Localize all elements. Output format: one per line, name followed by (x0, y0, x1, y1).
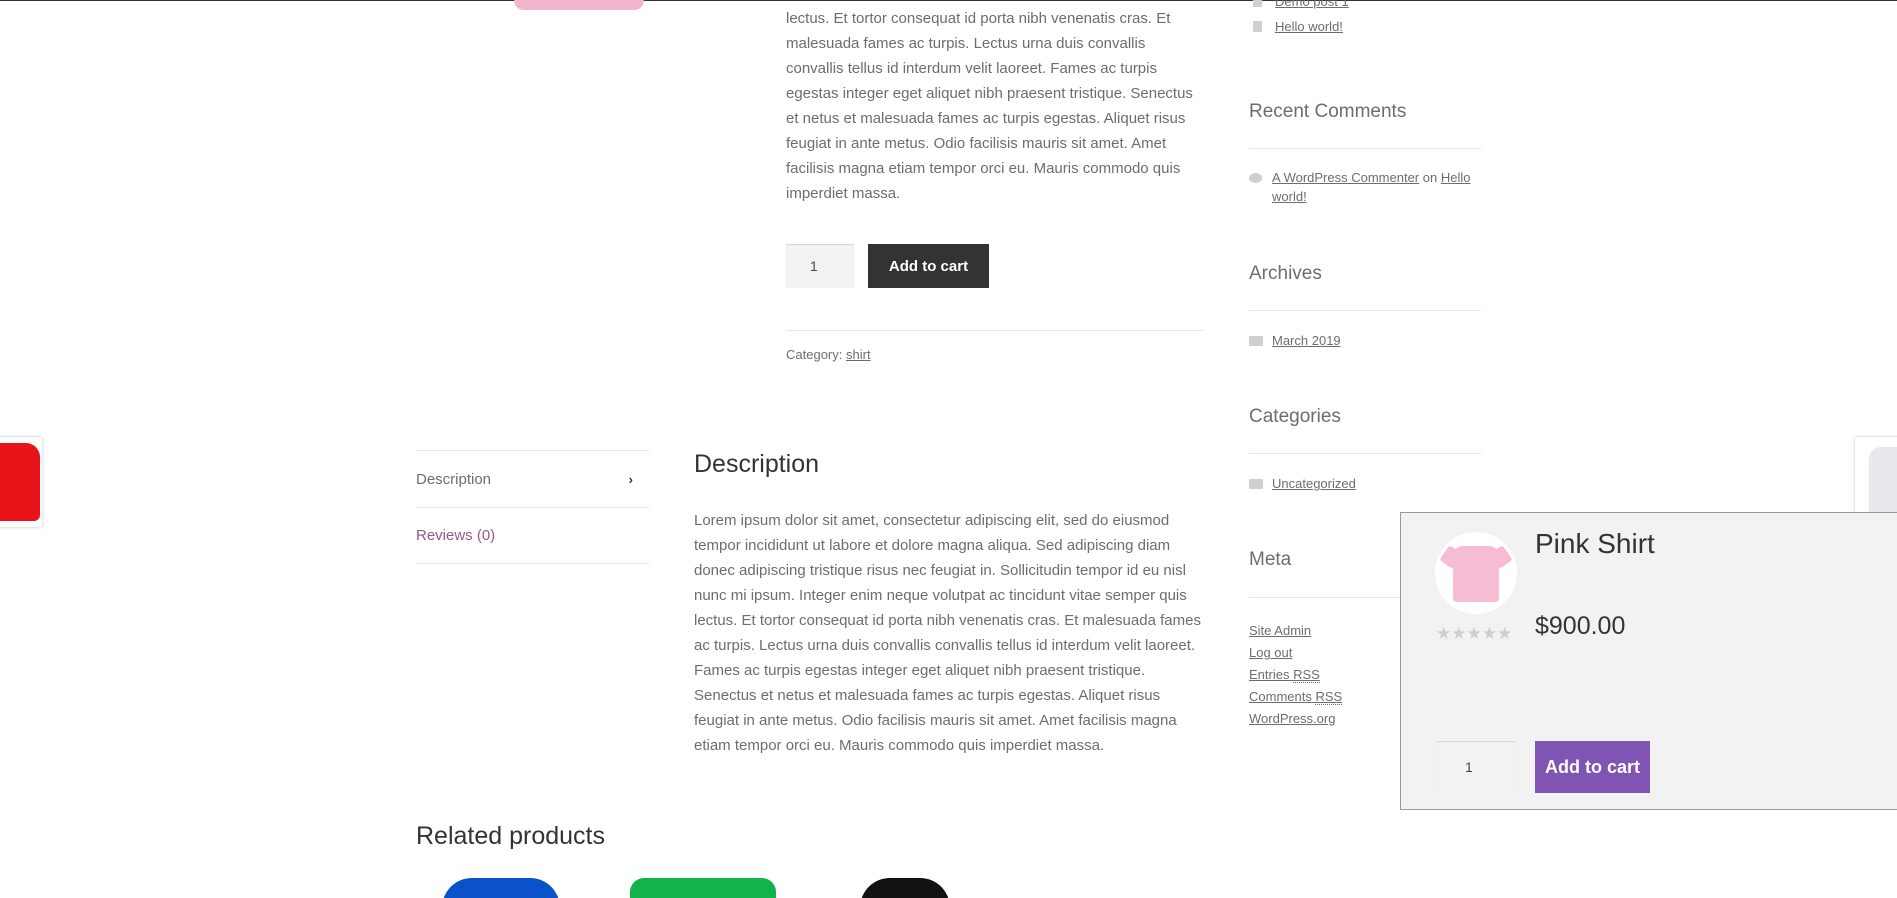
folder-icon (1249, 479, 1263, 489)
category-widget-link[interactable]: Uncategorized (1272, 474, 1356, 493)
comment-on-text: on (1422, 170, 1438, 185)
description-heading: Description (694, 450, 820, 478)
comments-rss-item: Comments RSS (1249, 686, 1343, 708)
rss-abbr: RSS (1293, 667, 1320, 683)
recent-post-link[interactable]: Demo post 1 (1275, 0, 1349, 11)
star-icon: ★★★★★ (1436, 624, 1513, 643)
tab-description-label: Description (416, 470, 492, 488)
comments-rss-link[interactable]: Comments RSS (1249, 689, 1343, 705)
category-label: Category: (786, 347, 843, 362)
related-products-heading: Related products (416, 822, 606, 850)
popup-product-name: Pink Shirt (1535, 528, 1655, 559)
log-out-link[interactable]: Log out (1249, 645, 1292, 660)
header-rule (0, 0, 1897, 1)
wordpress-org-link[interactable]: WordPress.org (1249, 711, 1335, 726)
quantity-input[interactable] (786, 244, 854, 288)
recent-post-item: Hello world! (1249, 17, 1481, 36)
pink-shirt-image (1453, 546, 1499, 602)
red-shirt-image (0, 443, 40, 521)
comment-entry: A WordPress Commenter on Hello world! (1249, 168, 1481, 206)
entries-rss-link[interactable]: Entries RSS (1249, 667, 1320, 683)
recent-post-item: Demo post 1 (1249, 0, 1481, 11)
document-icon (1253, 21, 1262, 32)
category-item: Uncategorized (1249, 474, 1356, 493)
widget-rule (1249, 453, 1481, 454)
site-admin-link[interactable]: Site Admin (1249, 623, 1311, 638)
widget-rule (1249, 148, 1481, 149)
previous-product-thumbnail[interactable] (0, 437, 42, 527)
category-link[interactable]: shirt (846, 347, 871, 362)
categories-title: Categories (1249, 406, 1341, 427)
archives-title: Archives (1249, 263, 1322, 284)
recent-comment-item: A WordPress Commenter on Hello world! (1249, 168, 1481, 209)
widget-rule (1249, 310, 1481, 311)
meta-links: Site Admin Log out Entries RSS Comments … (1249, 620, 1343, 730)
meta-title: Meta (1249, 549, 1292, 570)
folder-icon (1249, 336, 1263, 346)
popup-quantity-input[interactable] (1436, 741, 1516, 793)
entries-rss-item: Entries RSS (1249, 664, 1342, 686)
tab-description[interactable]: Description › (416, 450, 649, 507)
comment-text: A WordPress Commenter on Hello world! (1272, 168, 1480, 206)
archive-link[interactable]: March 2019 (1272, 331, 1341, 350)
product-meta-category: Category: shirt (786, 347, 871, 362)
archive-item: March 2019 (1249, 331, 1341, 350)
description-body: Lorem ipsum dolor sit amet, consectetur … (694, 512, 1201, 754)
related-product-blue-shirt[interactable] (442, 878, 560, 898)
summary-divider (786, 330, 1204, 331)
related-product-black-shirt[interactable] (860, 878, 950, 898)
sidebar: Demo post 1 Hello world! (1249, 0, 1481, 39)
recent-comments-title: Recent Comments (1249, 101, 1407, 122)
document-icon (1253, 0, 1262, 7)
tab-reviews[interactable]: Reviews (0) (416, 507, 649, 564)
comment-bubble-icon (1249, 173, 1262, 183)
popup-product-thumbnail (1435, 532, 1517, 614)
product-short-description: lectus. Et tortor consequat id porta nib… (786, 10, 1193, 202)
comments-label: Comments (1249, 689, 1312, 704)
rss-abbr: RSS (1315, 689, 1343, 705)
popup-price: $900.00 (1535, 612, 1626, 640)
entries-label: Entries (1249, 667, 1290, 682)
product-image-bottom[interactable] (514, 0, 644, 10)
related-product-green-shirt[interactable] (630, 878, 776, 898)
white-shirt-image (1869, 447, 1897, 517)
popup-add-to-cart-button[interactable]: Add to cart (1535, 741, 1650, 793)
comment-author-link[interactable]: A WordPress Commenter (1272, 170, 1419, 185)
product-page: lectus. Et tortor consequat id porta nib… (0, 0, 1897, 898)
chevron-right-icon: › (628, 471, 633, 487)
tab-reviews-label: Reviews (0) (416, 527, 496, 544)
star-rating: ★★★★★ (1436, 624, 1512, 644)
recent-post-link[interactable]: Hello world! (1275, 17, 1343, 36)
add-to-cart-button[interactable]: Add to cart (868, 244, 989, 288)
product-tabs: Description › Reviews (0) (416, 450, 649, 564)
